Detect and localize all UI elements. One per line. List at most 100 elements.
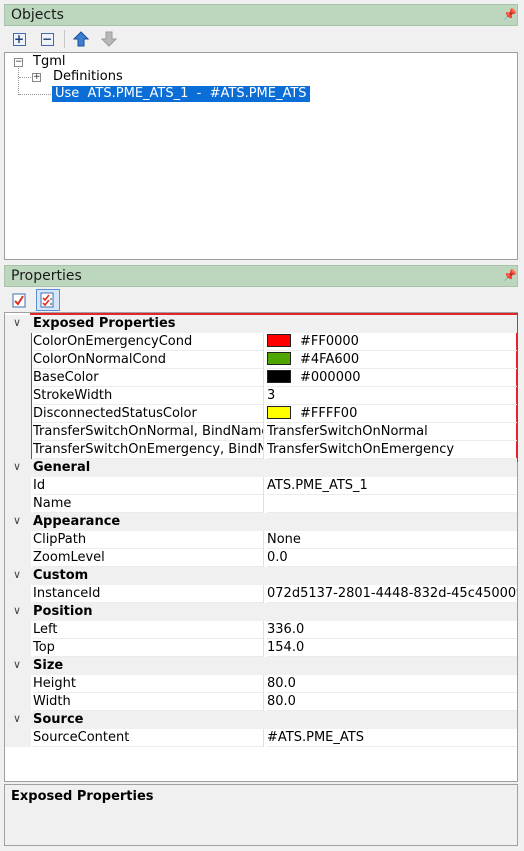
chevron-down-icon[interactable]: ∨: [13, 658, 21, 671]
property-row[interactable]: Width 80.0: [5, 693, 517, 711]
property-value[interactable]: TransferSwitchOnNormal: [267, 423, 517, 441]
category-size[interactable]: ∨ Size: [5, 657, 517, 675]
column-divider[interactable]: [263, 549, 264, 567]
property-value[interactable]: 0.0: [267, 549, 517, 567]
column-divider[interactable]: [263, 495, 264, 513]
move-up-button[interactable]: [72, 30, 90, 48]
property-value[interactable]: 80.0: [267, 693, 517, 711]
color-swatch[interactable]: [267, 370, 291, 383]
category-appearance[interactable]: ∨ Appearance: [5, 513, 517, 531]
expand-all-button[interactable]: +: [10, 30, 28, 48]
property-row[interactable]: SourceContent #ATS.PME_ATS: [5, 729, 517, 747]
move-down-button[interactable]: [100, 30, 118, 48]
chevron-down-icon[interactable]: ∨: [13, 604, 21, 617]
row-gutter: [5, 531, 31, 549]
property-row[interactable]: ColorOnNormalCond #4FA600: [5, 351, 517, 369]
property-value[interactable]: 3: [267, 387, 517, 405]
category-exposed-properties[interactable]: ∨ Exposed Properties: [5, 315, 517, 333]
column-divider[interactable]: [263, 639, 264, 657]
property-row[interactable]: Name: [5, 495, 517, 513]
chevron-down-icon[interactable]: ∨: [13, 712, 21, 725]
property-row[interactable]: Left 336.0: [5, 621, 517, 639]
property-grid[interactable]: ∨ Exposed Properties ColorOnEmergencyCond #…: [4, 312, 518, 782]
property-value[interactable]: 80.0: [267, 675, 517, 693]
property-row[interactable]: Top 154.0: [5, 639, 517, 657]
property-row[interactable]: TransferSwitchOnEmergency, BindName Trans…: [5, 441, 517, 459]
property-name: InstanceId: [33, 585, 263, 603]
column-divider[interactable]: [263, 693, 264, 711]
category-position[interactable]: ∨ Position: [5, 603, 517, 621]
property-row[interactable]: ZoomLevel 0.0: [5, 549, 517, 567]
property-row[interactable]: StrokeWidth 3: [5, 387, 517, 405]
property-row[interactable]: TransferSwitchOnNormal, BindName Transfer…: [5, 423, 517, 441]
expand-definitions-icon[interactable]: +: [32, 73, 41, 82]
color-swatch[interactable]: [267, 334, 291, 347]
property-row[interactable]: Id ATS.PME_ATS_1: [5, 477, 517, 495]
row-gutter: [5, 405, 31, 423]
column-divider[interactable]: [263, 387, 264, 405]
category-label: Custom: [33, 568, 89, 583]
chevron-down-icon[interactable]: ∨: [13, 568, 21, 581]
property-value[interactable]: 336.0: [267, 621, 517, 639]
property-value[interactable]: #000000: [267, 369, 517, 387]
property-row[interactable]: InstanceId 072d5137-2801-4448-832d-45c450…: [5, 585, 517, 603]
property-row[interactable]: BaseColor #000000: [5, 369, 517, 387]
property-value-text: #000000: [300, 370, 361, 385]
column-divider[interactable]: [263, 441, 264, 459]
column-divider[interactable]: [263, 477, 264, 495]
column-divider[interactable]: [263, 369, 264, 387]
property-value-text: 80.0: [267, 694, 296, 709]
category-source[interactable]: ∨ Source: [5, 711, 517, 729]
chevron-down-icon[interactable]: ∨: [13, 316, 21, 329]
column-divider[interactable]: [263, 333, 264, 351]
property-row[interactable]: ClipPath None: [5, 531, 517, 549]
pin-icon[interactable]: 📌: [503, 8, 517, 22]
chevron-down-icon[interactable]: ∨: [13, 460, 21, 473]
column-divider[interactable]: [263, 675, 264, 693]
category-general[interactable]: ∨ General: [5, 459, 517, 477]
category-label: Position: [33, 604, 93, 619]
categorized-button[interactable]: [10, 291, 28, 309]
property-value[interactable]: #ATS.PME_ATS: [267, 729, 517, 747]
property-row[interactable]: DisconnectedStatusColor #FFFF00: [5, 405, 517, 423]
property-value-text: 80.0: [267, 676, 296, 691]
property-value[interactable]: 154.0: [267, 639, 517, 657]
chevron-down-icon[interactable]: ∨: [13, 514, 21, 527]
column-divider[interactable]: [263, 531, 264, 549]
column-divider[interactable]: [263, 585, 264, 603]
property-value[interactable]: 072d5137-2801-4448-832d-45c45000f230: [267, 585, 517, 603]
move-up-icon: [73, 31, 89, 47]
category-custom[interactable]: ∨ Custom: [5, 567, 517, 585]
collapse-tgml-icon[interactable]: −: [14, 58, 23, 67]
tree-node-definitions[interactable]: Definitions: [53, 69, 123, 85]
category-label: Size: [33, 658, 64, 673]
property-value-text: TransferSwitchOnEmergency: [267, 442, 455, 457]
category-label: Source: [33, 712, 84, 727]
property-value[interactable]: #FFFF00: [267, 405, 517, 423]
column-divider[interactable]: [263, 621, 264, 639]
property-value[interactable]: #4FA600: [267, 351, 517, 369]
column-divider[interactable]: [263, 729, 264, 747]
column-divider[interactable]: [263, 351, 264, 369]
row-gutter: [5, 549, 31, 567]
row-gutter: [5, 639, 31, 657]
property-value[interactable]: None: [267, 531, 517, 549]
column-divider[interactable]: [263, 405, 264, 423]
pin-icon[interactable]: 📌: [503, 269, 517, 283]
row-gutter: [5, 621, 31, 639]
alphabetical-button[interactable]: [36, 289, 60, 311]
property-value[interactable]: TransferSwitchOnEmergency: [267, 441, 517, 459]
color-swatch[interactable]: [267, 406, 291, 419]
object-tree[interactable]: − Tgml + Definitions Use ATS.PME_ATS_1 -…: [4, 52, 518, 260]
property-value[interactable]: ATS.PME_ATS_1: [267, 477, 517, 495]
property-value[interactable]: [267, 495, 517, 513]
tree-node-tgml[interactable]: Tgml: [33, 54, 65, 70]
property-row[interactable]: Height 80.0: [5, 675, 517, 693]
collapse-all-button[interactable]: −: [38, 30, 56, 48]
property-row[interactable]: ColorOnEmergencyCond #FF0000: [5, 333, 517, 351]
property-value[interactable]: #FF0000: [267, 333, 517, 351]
row-gutter: [5, 351, 31, 369]
color-swatch[interactable]: [267, 352, 291, 365]
tree-node-use-selected[interactable]: Use ATS.PME_ATS_1 - #ATS.PME_ATS: [52, 86, 310, 102]
column-divider[interactable]: [263, 423, 264, 441]
